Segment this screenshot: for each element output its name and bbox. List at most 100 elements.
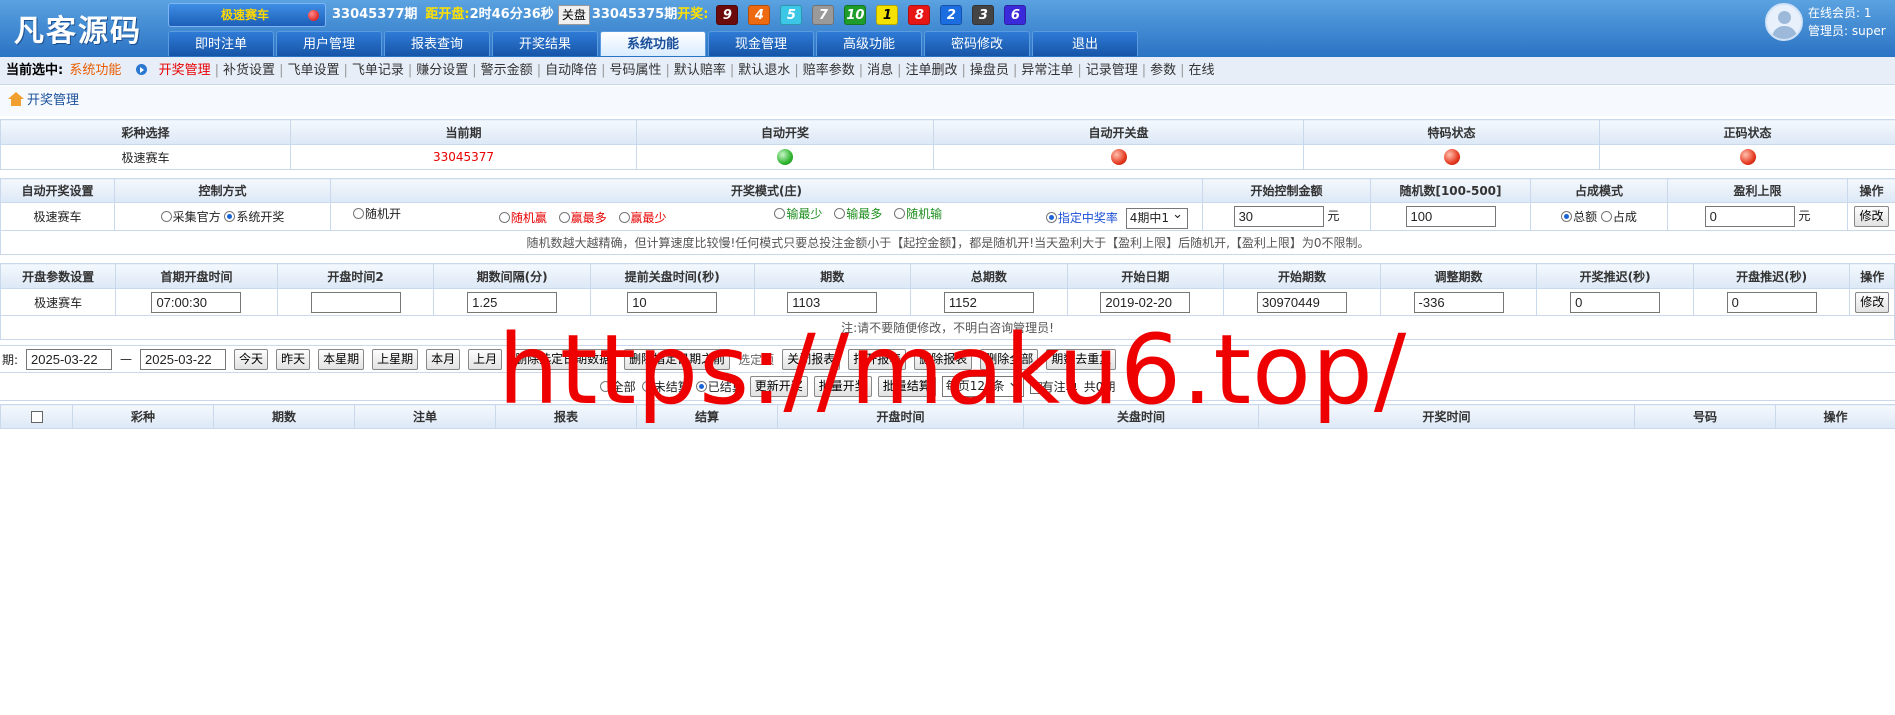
sub-nav-item[interactable]: 飞单设置	[287, 63, 339, 78]
radio-mode-set-rate[interactable]	[1045, 211, 1057, 223]
sub-nav-item[interactable]: 默认退水	[738, 63, 790, 78]
sub-nav-item[interactable]: 飞单记录	[352, 63, 404, 78]
radio-mode-lose-most[interactable]	[834, 207, 846, 219]
periods-input[interactable]: 1103	[787, 291, 878, 313]
header-cell: 彩种选择	[0, 119, 291, 145]
draw-delay-input[interactable]: 0	[1570, 291, 1661, 313]
radio-mode-random-lose[interactable]	[894, 207, 906, 219]
game-cell: 极速赛车	[0, 202, 115, 231]
today-button[interactable]: 今天	[234, 348, 269, 370]
special-code-toggle[interactable]	[1303, 144, 1600, 170]
open-delay-input[interactable]: 0	[1726, 291, 1817, 313]
sub-nav-item[interactable]: 注单删改	[906, 63, 958, 78]
modify-open-button[interactable]: 修改	[1855, 291, 1890, 313]
countdown-value: 2时46分36秒	[469, 7, 554, 22]
nav-tab[interactable]: 用户管理	[276, 31, 382, 56]
header-cell: 开盘推迟(秒)	[1692, 263, 1851, 289]
separator: |	[1012, 63, 1018, 78]
radio-mode-lose-least[interactable]	[774, 207, 786, 219]
auto-draw-toggle[interactable]	[636, 144, 934, 170]
radio-label: 系统开奖	[236, 210, 285, 224]
sub-nav-item[interactable]: 补货设置	[223, 63, 275, 78]
nav-tab[interactable]: 报表查询	[384, 31, 490, 56]
nav-tab[interactable]: 退出	[1032, 31, 1138, 56]
start-amount-input[interactable]: 30	[1233, 206, 1324, 227]
nav-tab[interactable]: 即时注单	[168, 31, 274, 56]
auto-draw-note: 随机数越大越精确，但计算速度比较慢!任何模式只要总投注金额小于【起控金额】，都是…	[0, 230, 1895, 255]
yuan-unit: 元	[1798, 209, 1811, 223]
separator: |	[794, 63, 799, 78]
radio-label: 随机输	[906, 206, 943, 221]
header-cell: 总期数	[910, 263, 1068, 289]
radio-share-ratio[interactable]	[1600, 211, 1612, 222]
radio-collect-official[interactable]	[160, 211, 172, 222]
radio-share-total[interactable]	[1561, 211, 1573, 222]
date-to-input[interactable]: 2025-03-22	[140, 348, 227, 370]
breadcrumb-title: 开奖管理	[27, 93, 80, 108]
previous-draw-label: 开奖:	[677, 7, 709, 22]
draw-mode-cell: 随机开 随机赢 赢最多 赢最少 输最少 输最多 随机输 指定中奖率 4期中1	[330, 202, 1203, 231]
radio-mode-win-least[interactable]	[618, 211, 630, 223]
header-cell: 号码	[1634, 404, 1776, 429]
auto-open-close-toggle[interactable]	[933, 144, 1304, 170]
admin-name: super	[1851, 24, 1886, 38]
open-time2-input[interactable]	[310, 291, 401, 313]
nav-tab[interactable]: 开奖结果	[492, 31, 598, 56]
interval-input[interactable]: 1.25	[467, 291, 558, 313]
red-status-icon[interactable]	[1110, 149, 1127, 165]
yesterday-button[interactable]: 昨天	[276, 348, 311, 370]
header-cell: 开盘时间2	[276, 263, 435, 289]
nav-tab[interactable]: 系统功能	[600, 31, 706, 56]
nav-tab[interactable]: 现金管理	[708, 31, 814, 56]
header-cell: 盈利上限	[1667, 178, 1848, 203]
green-status-icon[interactable]	[777, 149, 793, 165]
header-cell: 彩种	[72, 404, 214, 429]
sub-nav-item[interactable]: 记录管理	[1086, 63, 1138, 78]
this-week-button[interactable]: 本星期	[318, 348, 365, 370]
game-selector[interactable]: 极速赛车	[168, 3, 326, 27]
header-cell: 控制方式	[114, 178, 331, 203]
sub-nav-item[interactable]: 开奖管理	[159, 63, 211, 78]
sub-nav-item[interactable]: 消息	[867, 63, 893, 78]
control-mode-cell: 采集官方 系统开奖	[114, 202, 331, 231]
adjust-periods-input[interactable]: -336	[1413, 291, 1504, 313]
start-period-input[interactable]: 30970449	[1256, 291, 1347, 313]
radio-mode-random-win[interactable]	[498, 211, 510, 223]
radio-mode-random[interactable]	[353, 207, 364, 219]
radio-system-draw[interactable]	[224, 211, 236, 222]
total-periods-input[interactable]: 1152	[943, 291, 1034, 313]
sub-nav-item[interactable]: 自动降倍	[545, 63, 597, 78]
sub-nav-item[interactable]: 操盘员	[970, 63, 1009, 78]
separator: |	[961, 63, 966, 78]
select-all-checkbox[interactable]	[30, 411, 43, 423]
radio-label: 输最多	[846, 206, 883, 221]
sub-nav-item[interactable]: 异常注单	[1021, 63, 1073, 78]
sub-nav-item[interactable]: 默认赔率	[674, 63, 726, 78]
start-date-input[interactable]: 2019-02-20	[1100, 291, 1191, 313]
last-week-button[interactable]: 上星期	[372, 348, 419, 370]
date-from-input[interactable]: 2025-03-22	[26, 348, 113, 370]
this-month-button[interactable]: 本月	[426, 348, 461, 370]
radio-mode-win-most[interactable]	[558, 211, 570, 223]
sub-nav-item[interactable]: 参数	[1150, 63, 1176, 78]
nav-tab[interactable]: 密码修改	[924, 31, 1030, 56]
regular-code-toggle[interactable]	[1599, 144, 1895, 170]
sub-nav-item[interactable]: 号码属性	[609, 63, 661, 78]
auto-draw-settings-table: 自动开奖设置 控制方式 开奖模式(庄) 开始控制金额 随机数[100-500] …	[0, 178, 1895, 255]
red-status-icon[interactable]	[1443, 149, 1460, 165]
current-selected-label: 当前选中:	[6, 63, 64, 78]
sub-nav-item[interactable]: 在线	[1189, 63, 1215, 78]
red-status-icon[interactable]	[1739, 149, 1756, 165]
action-cell: 修改	[1847, 202, 1895, 231]
random-num-input[interactable]: 100	[1405, 206, 1496, 227]
header-cell: 开奖推迟(秒)	[1536, 263, 1694, 289]
profit-limit-input[interactable]: 0	[1704, 206, 1795, 227]
win-rate-select[interactable]: 4期中1	[1125, 205, 1189, 229]
first-open-time-input[interactable]: 07:00:30	[151, 291, 242, 313]
close-ahead-input[interactable]: 10	[627, 291, 718, 313]
sub-nav-item[interactable]: 赚分设置	[416, 63, 468, 78]
sub-nav-item[interactable]: 警示金额	[481, 63, 533, 78]
nav-tab[interactable]: 高级功能	[816, 31, 922, 56]
modify-auto-button[interactable]: 修改	[1854, 206, 1889, 227]
sub-nav-item[interactable]: 赔率参数	[803, 63, 855, 78]
